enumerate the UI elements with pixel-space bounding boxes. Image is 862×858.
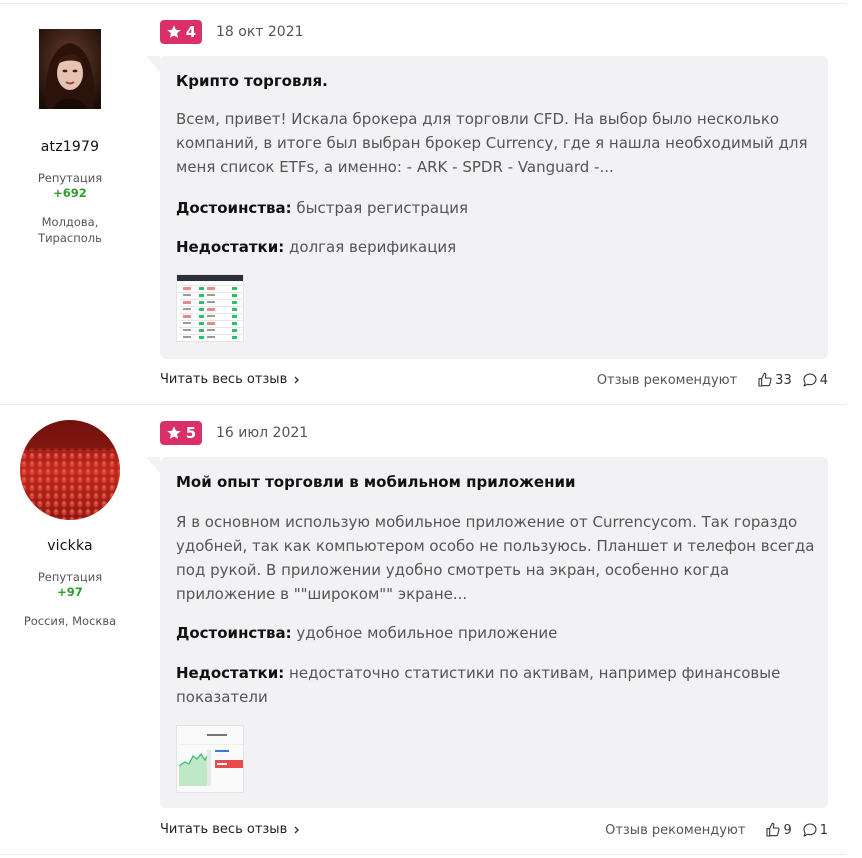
review-divider <box>0 854 846 855</box>
read-more-label: Читать весь отзыв <box>160 372 288 387</box>
username[interactable]: atz1979 <box>0 139 140 155</box>
comments-button[interactable]: 1 <box>802 822 828 838</box>
star-icon <box>167 426 181 439</box>
cons-text: долгая верификация <box>289 238 457 256</box>
comments-button[interactable]: 4 <box>802 372 828 388</box>
location-line: Россия, Москва <box>23 614 117 628</box>
review-title[interactable]: Крипто торговля. <box>176 72 328 90</box>
rating-row: 4 18 окт 2021 <box>160 20 304 44</box>
like-count: 9 <box>783 822 792 838</box>
user-location: Молдова, Тирасполь <box>0 214 140 246</box>
review-attachment-thumbnail[interactable] <box>176 274 244 342</box>
comment-icon <box>803 823 817 837</box>
rating-value: 5 <box>185 424 197 442</box>
recommend-block: Отзыв рекомендуют 33 4 <box>597 372 828 388</box>
review-cons: Недостатки: недостаточно статистики по а… <box>176 661 816 709</box>
cons-label: Недостатки: <box>176 238 285 256</box>
star-icon <box>167 25 181 38</box>
review-cons: Недостатки: долгая верификация <box>176 235 816 259</box>
rating-value: 4 <box>185 23 197 41</box>
comment-count: 4 <box>819 372 828 388</box>
pros-text: быстрая регистрация <box>296 199 469 217</box>
reputation-value: +97 <box>57 585 83 599</box>
location-line: Молдова, <box>41 215 99 229</box>
like-button[interactable]: 9 <box>765 822 792 838</box>
user-location: Россия, Москва <box>0 613 140 629</box>
pros-label: Достоинства: <box>176 199 292 217</box>
review-footer: Читать весь отзыв Отзыв рекомендуют 9 1 <box>160 820 828 840</box>
location-line: Тирасполь <box>38 231 102 245</box>
review-date: 16 июл 2021 <box>216 425 309 441</box>
chevron-right-icon <box>294 376 300 383</box>
rating-badge: 5 <box>160 421 202 445</box>
review-text: Всем, привет! Искала брокера для торговл… <box>176 110 808 176</box>
chevron-right-icon <box>294 826 300 833</box>
review-body: Мой опыт торговли в мобильном приложении… <box>146 457 828 808</box>
review-pros: Достоинства: удобное мобильное приложени… <box>176 621 816 645</box>
review-title[interactable]: Мой опыт торговли в мобильном приложении <box>176 473 575 491</box>
like-button[interactable]: 33 <box>757 372 792 388</box>
pros-label: Достоинства: <box>176 624 292 642</box>
reputation-value: +692 <box>53 186 87 200</box>
review-attachment-thumbnail[interactable] <box>176 725 244 793</box>
review-card: atz1979 Репутация +692 Молдова, Тираспол… <box>0 0 862 404</box>
rating-row: 5 16 июл 2021 <box>160 421 308 445</box>
read-more-label: Читать весь отзыв <box>160 822 288 837</box>
recommend-label: Отзыв рекомендуют <box>596 372 738 388</box>
avatar[interactable] <box>20 420 120 520</box>
review-date: 18 окт 2021 <box>216 24 304 40</box>
comment-count: 1 <box>819 822 828 838</box>
avatar[interactable] <box>39 29 101 109</box>
review-card: vickka Репутация +97 Россия, Москва 5 16… <box>0 404 862 854</box>
thumbs-up-icon <box>766 822 780 837</box>
username[interactable]: vickka <box>0 538 140 554</box>
recommend-label: Отзыв рекомендуют <box>605 822 746 838</box>
review-text: Я в основном использую мобильное приложе… <box>176 513 815 603</box>
review-author: vickka Репутация +97 Россия, Москва <box>0 420 140 629</box>
pros-text: удобное мобильное приложение <box>296 624 558 642</box>
thumbs-up-icon <box>758 372 772 387</box>
review-body: Крипто торговля. Всем, привет! Искала бр… <box>146 56 828 359</box>
read-full-review-link[interactable]: Читать весь отзыв <box>160 822 301 837</box>
recommend-block: Отзыв рекомендуют 9 1 <box>605 822 828 838</box>
review-author: atz1979 Репутация +692 Молдова, Тираспол… <box>0 29 140 246</box>
read-full-review-link[interactable]: Читать весь отзыв <box>160 372 301 387</box>
rating-badge: 4 <box>160 20 202 44</box>
review-pros: Достоинства: быстрая регистрация <box>176 196 816 220</box>
cons-label: Недостатки: <box>176 664 285 682</box>
review-footer: Читать весь отзыв Отзыв рекомендуют 33 4 <box>160 370 828 390</box>
reputation-label: Репутация <box>37 570 103 584</box>
comment-icon <box>803 373 817 387</box>
like-count: 33 <box>775 372 792 388</box>
reputation-label: Репутация <box>37 171 103 185</box>
